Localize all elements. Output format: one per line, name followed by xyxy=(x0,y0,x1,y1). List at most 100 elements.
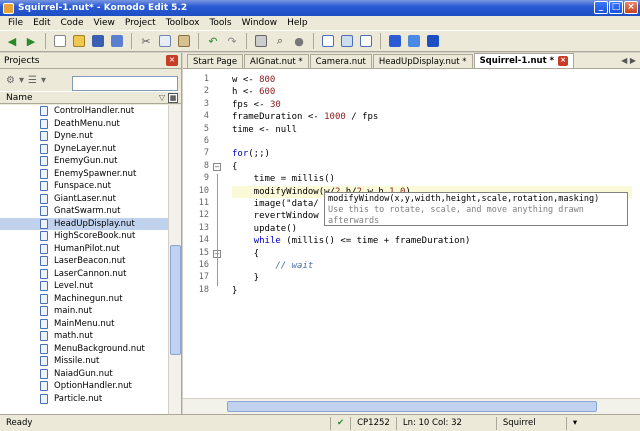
file-item[interactable]: EnemySpawner.nut xyxy=(0,168,168,181)
split-icon[interactable] xyxy=(358,33,374,49)
close-tab-icon[interactable]: × xyxy=(558,56,569,66)
file-item[interactable]: Missile.nut xyxy=(0,355,168,368)
status-language-dropdown-icon[interactable]: ▾ xyxy=(565,416,583,430)
menu-window[interactable]: Window xyxy=(237,18,283,28)
toolbox-icon[interactable] xyxy=(387,33,403,49)
copy-icon[interactable] xyxy=(157,33,173,49)
file-item[interactable]: Funspace.nut xyxy=(0,180,168,193)
file-name: NaiadGun.nut xyxy=(54,368,113,379)
code-line: update() xyxy=(232,223,298,234)
forward-icon[interactable]: ▶ xyxy=(23,33,39,49)
paste-icon[interactable] xyxy=(176,33,192,49)
line-number: 2 xyxy=(203,86,209,97)
line-number: 9 xyxy=(203,173,209,184)
save-icon[interactable] xyxy=(90,33,106,49)
close-panel-button[interactable]: × xyxy=(166,55,178,66)
file-item[interactable]: math.nut xyxy=(0,330,168,343)
minimize-button[interactable]: _ xyxy=(594,1,608,14)
file-item[interactable]: LaserBeacon.nut xyxy=(0,255,168,268)
close-window-button[interactable]: × xyxy=(624,1,638,14)
maximize-button[interactable]: □ xyxy=(609,1,623,14)
menu-code[interactable]: Code xyxy=(56,18,89,28)
menu-tools[interactable]: Tools xyxy=(204,18,236,28)
file-item[interactable]: GiantLaser.nut xyxy=(0,193,168,206)
menu-edit[interactable]: Edit xyxy=(28,18,55,28)
code-line: frameDuration <- 1000 / fps xyxy=(232,112,379,123)
gear-icon[interactable]: ⚙ xyxy=(6,75,15,86)
line-number: 11 xyxy=(198,198,209,208)
line-number: 3 xyxy=(203,98,209,109)
panel-icon[interactable] xyxy=(339,33,355,49)
title-bar: Squirrel-1.nut* - Komodo Edit 5.2 _ □ × xyxy=(0,0,640,16)
file-name: Dyne.nut xyxy=(54,131,94,142)
file-item[interactable]: HighScoreBook.nut xyxy=(0,230,168,243)
file-list-scrollbar[interactable] xyxy=(168,105,181,414)
scrollbar-thumb[interactable] xyxy=(170,245,181,355)
dropdown-arrow-icon[interactable]: ▾ xyxy=(41,75,46,86)
redo-icon[interactable]: ↷ xyxy=(224,33,240,49)
find-icon[interactable]: ⌕ xyxy=(272,33,288,49)
toolbar-divider xyxy=(380,33,381,49)
project-filter-input[interactable] xyxy=(72,76,178,91)
file-item[interactable]: OptionHandler.nut xyxy=(0,380,168,393)
file-item[interactable]: LaserCannon.nut xyxy=(0,268,168,281)
file-item[interactable]: Particle.nut xyxy=(0,393,168,406)
code-line: image("data/ xyxy=(232,199,319,209)
editor-tab[interactable]: Start Page xyxy=(187,54,244,68)
line-number: 5 xyxy=(203,123,209,134)
project-menu-icon[interactable]: ▾ xyxy=(19,75,24,86)
file-item[interactable]: Machinegun.nut xyxy=(0,293,168,306)
file-item[interactable]: NaiadGun.nut xyxy=(0,368,168,381)
undo-icon[interactable]: ↶ xyxy=(205,33,221,49)
editor-tab[interactable]: HeadUpDisplay.nut * xyxy=(372,54,473,68)
cut-icon[interactable]: ✂ xyxy=(138,33,154,49)
file-item[interactable]: ControlHandler.nut xyxy=(0,105,168,118)
run-icon[interactable]: ● xyxy=(291,33,307,49)
file-icon xyxy=(40,106,48,117)
file-item[interactable]: DeathMenu.nut xyxy=(0,118,168,131)
file-item[interactable]: MainMenu.nut xyxy=(0,318,168,331)
fold-toggle-icon[interactable]: − xyxy=(213,162,221,171)
editor-horizontal-scrollbar[interactable] xyxy=(183,398,640,414)
layout-icon[interactable] xyxy=(320,33,336,49)
save-all-icon[interactable] xyxy=(109,33,125,49)
menu-help[interactable]: Help xyxy=(282,18,313,28)
status-language[interactable]: Squirrel xyxy=(495,416,566,430)
tab-scroll-arrows-icon[interactable]: ◀ ▶ xyxy=(621,56,636,65)
sort-icon[interactable]: ▽ xyxy=(159,93,165,102)
file-name: EnemySpawner.nut xyxy=(54,168,137,179)
column-picker-icon[interactable]: ▦ xyxy=(168,93,178,103)
calltip-signature: modifyWindow(x,y,width,height,scale,rota… xyxy=(328,194,600,204)
file-item[interactable]: main.nut xyxy=(0,305,168,318)
back-icon[interactable]: ◀ xyxy=(4,33,20,49)
komodo-icon[interactable] xyxy=(425,33,441,49)
file-icon xyxy=(40,143,48,154)
help-icon[interactable] xyxy=(406,33,422,49)
menu-toolbox[interactable]: Toolbox xyxy=(161,18,205,28)
file-item[interactable]: Level.nut xyxy=(0,280,168,293)
print-icon[interactable] xyxy=(253,33,269,49)
file-item[interactable]: DyneLayer.nut xyxy=(0,143,168,156)
menu-file[interactable]: File xyxy=(3,18,28,28)
status-encoding[interactable]: CP1252 xyxy=(350,416,396,430)
menu-view[interactable]: View xyxy=(89,18,120,28)
name-column-header[interactable]: Name ▽ ▦ xyxy=(0,91,181,104)
file-icon xyxy=(40,231,48,242)
status-check-icon[interactable]: ✔ xyxy=(330,416,350,430)
tree-options-icon[interactable]: ☰ xyxy=(28,75,37,86)
menu-project[interactable]: Project xyxy=(120,18,161,28)
new-file-icon[interactable] xyxy=(52,33,68,49)
editor-tab[interactable]: Camera.nut xyxy=(309,54,372,68)
file-item[interactable]: GnatSwarm.nut xyxy=(0,205,168,218)
file-item[interactable]: MenuBackground.nut xyxy=(0,343,168,356)
editor-tab[interactable]: Squirrel-1.nut * × xyxy=(473,53,575,68)
scrollbar-thumb[interactable] xyxy=(227,401,597,412)
file-item[interactable]: Dyne.nut xyxy=(0,130,168,143)
file-item[interactable]: EnemyGun.nut xyxy=(0,155,168,168)
code-line: { xyxy=(232,248,260,259)
file-item[interactable]: HumanPilot.nut xyxy=(0,243,168,256)
code-editor[interactable]: w <- 800 h <- 600 fps <- 30 frameDuration <… xyxy=(232,70,632,398)
open-folder-icon[interactable] xyxy=(71,33,87,49)
file-item[interactable]: HeadUpDisplay.nut xyxy=(0,217,168,230)
editor-tab[interactable]: AIGnat.nut * xyxy=(244,54,309,68)
